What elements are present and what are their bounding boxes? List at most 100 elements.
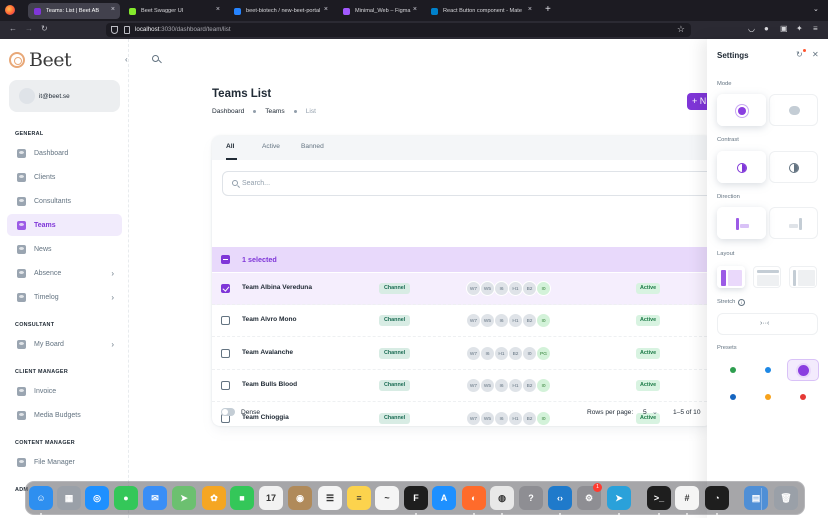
bookmark-star-icon[interactable]: ☆ bbox=[677, 24, 685, 35]
preset-option[interactable] bbox=[752, 386, 784, 408]
maps-icon[interactable]: ➤ bbox=[172, 486, 196, 510]
menu-icon[interactable]: ≡ bbox=[813, 24, 818, 33]
close-tab-icon[interactable]: × bbox=[324, 6, 328, 13]
reload-icon[interactable]: ↻ bbox=[41, 24, 48, 33]
preset-option[interactable] bbox=[752, 359, 784, 381]
notes-icon[interactable]: ≡ bbox=[347, 486, 371, 510]
sidebar-item-file-manager[interactable]: File Manager bbox=[7, 451, 122, 473]
member-avatar[interactable]: PG bbox=[536, 345, 551, 361]
member-avatar[interactable]: H1 bbox=[508, 313, 523, 329]
preset-option[interactable] bbox=[717, 359, 749, 381]
rows-per-page-select[interactable]: 5 bbox=[643, 409, 647, 416]
layout-vertical-option[interactable] bbox=[717, 266, 745, 288]
close-tab-icon[interactable]: × bbox=[111, 6, 115, 13]
close-tab-icon[interactable]: × bbox=[216, 6, 220, 13]
freeform-icon[interactable]: ~ bbox=[375, 486, 399, 510]
extension-icon[interactable]: ▣ bbox=[780, 24, 788, 33]
direction-rtl-option[interactable] bbox=[769, 207, 818, 239]
member-avatar[interactable]: B2 bbox=[508, 345, 523, 361]
member-avatar[interactable]: I0 bbox=[536, 378, 551, 394]
preset-option[interactable] bbox=[787, 359, 819, 381]
sidebar-item-news[interactable]: News bbox=[7, 238, 122, 260]
sidebar-item-dashboard[interactable]: Dashboard bbox=[7, 142, 122, 164]
browser-tab[interactable]: Teams: List | Beet AB × bbox=[28, 3, 120, 19]
sidebar-item-consultants[interactable]: Consultants bbox=[7, 190, 122, 212]
terminal-icon[interactable]: >_ bbox=[647, 486, 671, 510]
sidebar-item-timelog[interactable]: Timelog › bbox=[7, 286, 122, 308]
trash-icon[interactable]: 🗑 bbox=[774, 486, 798, 510]
member-avatar[interactable]: I0 bbox=[522, 345, 537, 361]
contacts-icon[interactable]: ◉ bbox=[288, 486, 312, 510]
sidebar-item-my-board[interactable]: My Board › bbox=[7, 333, 122, 355]
url-text[interactable]: localhost:3030/dashboard/team/list bbox=[135, 26, 231, 33]
vscode-icon[interactable]: ‹› bbox=[548, 486, 572, 510]
puzzle-icon[interactable]: ✦ bbox=[796, 24, 803, 33]
member-avatar[interactable]: I6 bbox=[494, 313, 509, 329]
account-card[interactable]: it@beet.se bbox=[9, 80, 120, 112]
chevron-down-icon[interactable]: ⌄ bbox=[652, 408, 658, 416]
member-avatar[interactable]: B2 bbox=[522, 281, 537, 296]
close-icon[interactable]: ✕ bbox=[812, 50, 819, 59]
member-avatar[interactable]: B2 bbox=[522, 313, 537, 329]
calendar-icon[interactable]: 17 bbox=[259, 486, 283, 510]
member-avatar[interactable]: I6 bbox=[494, 378, 509, 394]
team-name[interactable]: Team Avalanche bbox=[242, 349, 293, 356]
member-avatar[interactable]: W5 bbox=[480, 378, 495, 394]
browser-tab[interactable]: Minimal_Web – Figma × bbox=[337, 3, 422, 19]
member-avatar[interactable]: I6 bbox=[494, 281, 509, 296]
tab-active[interactable]: Active bbox=[262, 143, 280, 150]
tab-banned[interactable]: Banned bbox=[301, 143, 324, 150]
member-avatar[interactable]: H1 bbox=[508, 281, 523, 296]
facetime-icon[interactable]: ■ bbox=[230, 486, 254, 510]
sidebar-item-clients[interactable]: Clients bbox=[7, 166, 122, 188]
member-avatar[interactable]: H1 bbox=[508, 378, 523, 394]
firefox-icon[interactable]: ◐ bbox=[462, 486, 486, 510]
direction-ltr-option[interactable] bbox=[717, 207, 766, 239]
sidebar-item-media-budgets[interactable]: Media Budgets bbox=[7, 404, 122, 426]
mode-light-option[interactable] bbox=[717, 94, 766, 126]
contrast-default-option[interactable] bbox=[717, 151, 766, 183]
search-icon[interactable] bbox=[152, 55, 162, 65]
table-row[interactable]: Team Alvro Mono Channel W7 W5 I6 H1 B2 I0 Active bbox=[212, 305, 712, 338]
sidebar-item-invoice[interactable]: Invoice bbox=[7, 380, 122, 402]
select-all-checkbox[interactable] bbox=[221, 255, 230, 264]
tab-all[interactable]: All bbox=[226, 143, 234, 150]
table-row[interactable]: Team Bulls Blood Channel W7 W5 I6 H1 B2 I0 Activ… bbox=[212, 370, 712, 403]
stretch-toggle[interactable]: ›··‹ bbox=[717, 313, 818, 335]
member-avatar[interactable]: W7 bbox=[466, 313, 481, 329]
url-bar[interactable]: localhost:3030/dashboard/team/list ☆ bbox=[106, 23, 691, 37]
search-input[interactable]: Search... bbox=[222, 171, 712, 196]
team-name[interactable]: Team Albina Vereduna bbox=[242, 284, 312, 291]
browser-tab[interactable]: Beet Swagger UI × bbox=[123, 3, 225, 19]
breadcrumb-teams[interactable]: Teams bbox=[265, 108, 284, 115]
browser-tab[interactable]: beet-biotech / new-beet-portal × bbox=[228, 3, 333, 19]
table-row[interactable]: Team Avalanche Channel W7 I6 H1 B2 I0 PG Active bbox=[212, 338, 712, 370]
close-tab-icon[interactable]: × bbox=[528, 6, 532, 13]
messages-icon[interactable]: ● bbox=[114, 486, 138, 510]
member-avatar[interactable]: I0 bbox=[536, 313, 551, 329]
browser-tab[interactable]: React Button component - Mate × bbox=[425, 3, 537, 19]
sidebar-item-absence[interactable]: Absence › bbox=[7, 262, 122, 284]
dense-toggle[interactable] bbox=[221, 408, 235, 416]
row-checkbox[interactable] bbox=[221, 348, 230, 358]
breadcrumb-dashboard[interactable]: Dashboard bbox=[212, 108, 244, 115]
member-avatar[interactable]: I0 bbox=[536, 281, 551, 296]
preset-option[interactable] bbox=[717, 386, 749, 408]
member-avatar[interactable]: H1 bbox=[494, 345, 509, 361]
member-avatar[interactable]: W5 bbox=[480, 313, 495, 329]
mode-dark-option[interactable] bbox=[769, 94, 818, 126]
app-store-icon[interactable]: A bbox=[432, 486, 456, 510]
brand-logo[interactable]: Beet bbox=[9, 49, 72, 71]
slack-icon[interactable]: # bbox=[675, 486, 699, 510]
mail-icon[interactable]: ✉ bbox=[143, 486, 167, 510]
member-avatar[interactable]: W7 bbox=[466, 378, 481, 394]
safari-icon[interactable]: ◎ bbox=[85, 486, 109, 510]
finder-icon[interactable]: ☺ bbox=[29, 486, 53, 510]
back-icon[interactable]: ← bbox=[9, 24, 17, 33]
member-avatar[interactable]: I6 bbox=[480, 345, 495, 361]
page-info-icon[interactable] bbox=[124, 26, 130, 34]
team-name[interactable]: Team Bulls Blood bbox=[242, 381, 297, 388]
row-checkbox[interactable] bbox=[221, 284, 230, 293]
figma-icon[interactable]: F bbox=[404, 486, 428, 510]
preset-option[interactable] bbox=[787, 386, 819, 408]
